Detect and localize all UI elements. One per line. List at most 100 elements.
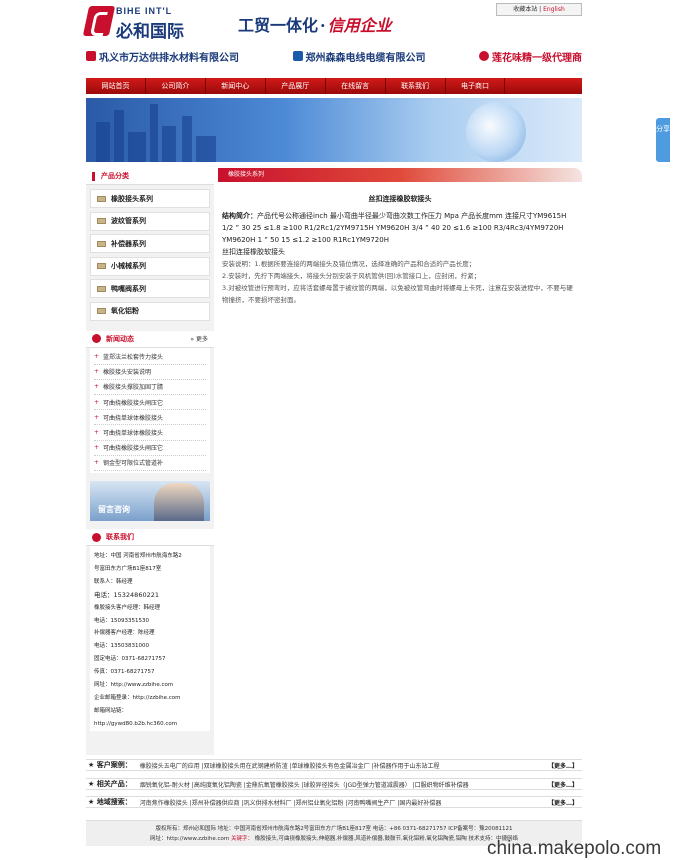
install-step: 3.对被纹管进行预弯时，应将活套螺母置于被纹管的两端，以免被纹管弯曲时将螺母上卡…: [222, 284, 573, 304]
article-subtitle: 丝扣连接橡胶软接头: [222, 248, 285, 256]
bar-label: ★ 地域搜索：: [88, 798, 132, 806]
message-consult-banner[interactable]: 留言咨询: [90, 481, 210, 521]
staff-photo: [154, 483, 204, 521]
email-login-link[interactable]: 企业邮箱登录：http://zzbihe.com: [94, 692, 206, 705]
plus-icon: +: [94, 444, 100, 452]
contact-line: 联系人：韩经理: [94, 578, 133, 585]
news-item-label: 钢金型可限位式管道补: [103, 460, 164, 468]
contact-title: 联系我们: [106, 533, 134, 541]
bar-links[interactable]: 橡胶接头五电厂的应用 |双球橡胶接头用在武钢建桥防渣 |单球橡胶接头有色金属冶金…: [140, 761, 544, 770]
bar-label: ★ 客户案例：: [88, 761, 132, 769]
website-link[interactable]: 网址：http://www.zzbihe.com: [94, 679, 206, 692]
banner-building: [96, 122, 110, 162]
news-item[interactable]: + 橡胶接头撑胶加固丁腈: [94, 380, 206, 396]
slogan-dot: ·: [320, 16, 326, 35]
partner-link-3[interactable]: 莲花味精一级代理商: [479, 49, 582, 64]
product-category-item[interactable]: 补偿器系列: [90, 234, 210, 253]
partner-label: 莲花味精一级代理商: [492, 52, 582, 64]
add-favorite-link[interactable]: 收藏本站: [513, 6, 537, 13]
bar-more-link[interactable]: 【更多…】: [548, 780, 582, 789]
product-category-header: 产品分类: [86, 168, 214, 185]
partner-label: 巩义市万达供排水材料有限公司: [99, 52, 239, 64]
partner-label: 郑州森森电线电缆有限公司: [305, 52, 426, 64]
contact-header: 联系我们: [86, 529, 214, 546]
nav-ecommerce[interactable]: 电子商口: [446, 78, 506, 94]
contact-line: 地址：中国 河南省郑州市航海东路2: [94, 553, 182, 559]
product-category-item[interactable]: 橡胶接头系列: [90, 189, 210, 208]
nav-products[interactable]: 产品展厅: [266, 78, 326, 94]
share-side-tab[interactable]: 分享: [656, 118, 670, 162]
news-item-label: 可曲挠橡胶接头闸压它: [103, 445, 164, 453]
partner-logo-icon: [479, 51, 489, 61]
bar-more-link[interactable]: 【更多…】: [548, 798, 582, 807]
nav-contact[interactable]: 联系我们: [386, 78, 446, 94]
contact-line: 固定电话：0371-68271757: [94, 656, 166, 663]
news-title: 新闻动态: [106, 334, 134, 343]
banner-globe: [466, 102, 526, 162]
news-item[interactable]: + 可曲挠单球体橡胶接头: [94, 425, 206, 441]
news-item[interactable]: + 蓝郑法兰松套传力接头: [94, 350, 206, 365]
contact-line: 电话：13503831000: [94, 643, 149, 650]
news-item[interactable]: + 可曲挠单球体橡胶接头: [94, 410, 206, 426]
partner-link-1[interactable]: 巩义市万达供排水材料有限公司: [86, 49, 239, 64]
product-thumb-icon: [97, 263, 106, 269]
product-category-label: 鸭嘴阀系列: [111, 284, 146, 293]
footer-keywords: 橡胶接头,可曲挠橡胶接头,伸缩器,补偿器,风道补偿器,鼓鼓节,氧化铝粉,氧化铝陶…: [254, 836, 518, 842]
product-category-label: 补偿器系列: [111, 239, 146, 248]
contact-line: 邮箱网站链：: [94, 707, 128, 714]
product-category-item[interactable]: 波纹管系列: [90, 211, 210, 231]
plus-icon: +: [94, 429, 100, 437]
contact-line: 号富田东方广场B1座817室: [94, 565, 162, 572]
plus-icon: +: [94, 459, 100, 467]
main-navigation: 网站首页 公司简介 新闻中心 产品展厅 在线留言 联系我们 电子商口: [86, 78, 582, 94]
nav-about[interactable]: 公司简介: [146, 78, 206, 94]
hc360-link[interactable]: http://gywd80.b2b.hc360.com: [94, 718, 206, 731]
product-category-item[interactable]: 鸭嘴阀系列: [90, 279, 210, 298]
bar-links[interactable]: 河南焦作橡胶接头 |郑州补偿器供应商 |巩义供排水材料厂 |郑州铝业氧化铝粉 |…: [140, 798, 544, 807]
news-header: 新闻动态 » 更多: [86, 330, 214, 348]
news-item[interactable]: + 橡胶接头安装说明: [94, 365, 206, 380]
region-search-bar: ★ 地域搜索： 河南焦作橡胶接头 |郑州补偿器供应商 |巩义供排水材料厂 |郑州…: [86, 796, 582, 808]
product-category-item[interactable]: 小械械系列: [90, 256, 210, 276]
nav-news[interactable]: 新闻中心: [206, 78, 266, 94]
logo-icon: [82, 6, 116, 36]
partner-link-2[interactable]: 郑州森森电线电缆有限公司: [292, 49, 426, 64]
news-item-label: 橡胶接头撑胶加固丁腈: [103, 384, 164, 392]
plus-icon: +: [94, 383, 100, 391]
nav-home[interactable]: 网站首页: [86, 78, 146, 94]
header-slogan: 工贸一体化 · 信用企业: [238, 12, 392, 36]
nav-message[interactable]: 在线留言: [326, 78, 386, 94]
product-category-label: 橡胶接头系列: [111, 194, 153, 203]
related-products-bar: ★ 相关产品： 烟锐氧化铝-耐火材 |高纯度氧化铝陶瓷 |金鼎抗氧管橡胶接头 |…: [86, 778, 582, 790]
contact-bullet-icon: [92, 532, 101, 542]
news-item-label: 可曲挠单球体橡胶接头: [103, 414, 164, 422]
product-thumb-icon: [97, 240, 106, 247]
partner-logo-icon: [292, 51, 303, 61]
footer-site-url[interactable]: 网址：http://www.zzbihe.com: [150, 836, 229, 842]
contact-line: 电话：15093351530: [94, 617, 149, 624]
bar-links[interactable]: 烟锐氧化铝-耐火材 |高纯度氧化铝陶瓷 |金鼎抗氧管橡胶接头 |球胶异径接头（J…: [140, 780, 544, 789]
article-title: 丝扣连接橡胶软接头: [368, 195, 432, 203]
section-bar-icon: [92, 171, 95, 181]
product-category-label: 波纹管系列: [111, 217, 146, 225]
footer-keywords-label: 关键字：: [230, 836, 253, 842]
english-link[interactable]: English: [543, 6, 565, 13]
product-category-list: 橡胶接头系列 波纹管系列 补偿器系列 小械械系列 鸭嘴阀系列 氧化铝粉: [86, 185, 214, 321]
banner-building: [128, 132, 146, 162]
product-category-item[interactable]: 氧化铝粉: [90, 301, 210, 321]
news-item[interactable]: + 钢金型可限位式管道补: [94, 456, 206, 471]
news-item-label: 可曲挠橡胶接头闸压它: [103, 399, 164, 407]
intro-label: 结构简介：: [222, 212, 257, 220]
bar-more-link[interactable]: 【更多…】: [548, 761, 582, 770]
top-links: 收藏本站 | English: [496, 3, 582, 16]
news-bullet-icon: [92, 334, 101, 343]
banner-building: [162, 126, 176, 162]
news-item[interactable]: + 可曲挠橡胶接头闸压它: [94, 395, 206, 411]
news-more-link[interactable]: » 更多: [190, 334, 208, 343]
news-item[interactable]: + 可曲挠橡胶接头闸压它: [94, 441, 206, 456]
banner-building: [196, 136, 216, 162]
news-item-label: 蓝郑法兰松套传力接头: [103, 354, 164, 362]
site-logo[interactable]: BIHE INT'L 必和国际: [82, 4, 191, 42]
intro-text: 产品代号公称通径inch 最小弯曲半径最少弯曲次数工作压力 Mpa 产品长度mm…: [222, 212, 567, 244]
